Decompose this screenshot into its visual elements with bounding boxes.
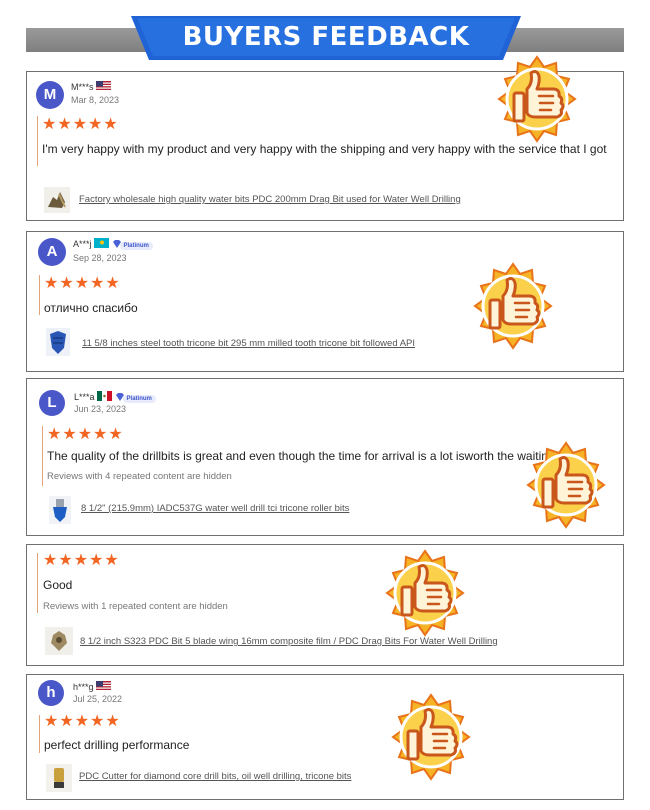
reviewer-name: h***g	[73, 681, 111, 692]
review-text: The quality of the drillbits is great an…	[47, 449, 558, 463]
review-date: Sep 28, 2023	[73, 253, 127, 263]
star-rating: ★★★★★	[44, 713, 121, 730]
divider	[42, 426, 43, 486]
thumbs-up-badge-icon	[473, 262, 553, 350]
review-card-1: M M***s Mar 8, 2023 ★★★★★ I'm very happy…	[26, 55, 624, 221]
us-flag-icon	[95, 81, 111, 91]
review-card-4: ★★★★★ Good Reviews with 1 repeated conte…	[26, 544, 624, 666]
review-date: Mar 8, 2023	[71, 95, 120, 105]
header-banner: BUYERS FEEDBACK	[0, 14, 650, 60]
mx-flag-icon	[96, 391, 112, 401]
reviewer-name-text: L***a	[74, 392, 95, 402]
hidden-reviews-note: Reviews with 4 repeated content are hidd…	[47, 471, 232, 482]
kz-flag-icon	[93, 238, 109, 248]
review-date: Jun 23, 2023	[74, 404, 127, 414]
review-text: perfect drilling performance	[44, 738, 190, 752]
product-link[interactable]: Factory wholesale high quality water bit…	[79, 194, 461, 205]
review-text: I'm very happy with my product and very …	[42, 142, 607, 156]
platinum-label: Platinum	[122, 395, 156, 403]
product-link[interactable]: 11 5/8 inches steel tooth tricone bit 29…	[82, 338, 415, 349]
product-thumbnail[interactable]	[49, 496, 71, 524]
reviewer-name-text: M***s	[71, 82, 94, 92]
star-rating: ★★★★★	[43, 552, 120, 569]
star-rating: ★★★★★	[44, 275, 121, 292]
product-link[interactable]: PDC Cutter for diamond core drill bits, …	[79, 771, 351, 782]
avatar: L	[39, 390, 65, 416]
divider	[37, 116, 38, 166]
reviewer-name-text: A***j	[73, 239, 92, 249]
reviewer-name: M***s	[71, 81, 111, 92]
banner-title: BUYERS FEEDBACK	[182, 22, 470, 52]
us-flag-icon	[95, 681, 111, 691]
star-rating: ★★★★★	[42, 116, 119, 133]
avatar: M	[36, 81, 64, 109]
thumbs-up-badge-icon	[391, 693, 471, 781]
review-card-5: h h***g Jul 25, 2022 ★★★★★ perfect drill…	[26, 674, 624, 800]
review-text: отлично спасибо	[44, 301, 138, 315]
product-thumbnail[interactable]	[46, 764, 72, 792]
reviewer-name-text: h***g	[73, 682, 94, 692]
review-card-2: A A***j Platinum Sep 28, 2023 ★★★★★ отлич…	[26, 231, 624, 372]
thumbs-up-badge-icon	[526, 441, 606, 529]
divider	[37, 553, 38, 613]
review-text: Good	[43, 578, 73, 592]
avatar: A	[38, 238, 66, 266]
avatar: h	[38, 680, 64, 706]
product-thumbnail[interactable]	[44, 187, 70, 213]
review-date: Jul 25, 2022	[73, 694, 123, 704]
platinum-badge: Platinum	[112, 239, 153, 251]
product-link[interactable]: 8 1/2 inch S323 PDC Bit 5 blade wing 16m…	[80, 636, 498, 647]
reviewer-name: A***j Platinum	[73, 238, 153, 251]
star-rating: ★★★★★	[47, 426, 124, 443]
product-link[interactable]: 8 1/2" (215.9mm) IADC537G water well dri…	[81, 503, 349, 514]
reviewer-name: L***a Platinum	[74, 391, 156, 404]
review-card-3: L L***a Platinum Jun 23, 2023 ★★★★★ The q…	[26, 378, 624, 536]
platinum-badge: Platinum	[115, 392, 156, 404]
hidden-reviews-note: Reviews with 1 repeated content are hidd…	[43, 601, 228, 612]
platinum-label: Platinum	[119, 242, 153, 250]
divider	[39, 275, 40, 315]
divider	[39, 715, 40, 753]
thumbs-up-badge-icon	[497, 55, 577, 143]
product-thumbnail[interactable]	[45, 627, 73, 655]
thumbs-up-badge-icon	[385, 549, 465, 637]
product-thumbnail[interactable]	[46, 328, 70, 356]
